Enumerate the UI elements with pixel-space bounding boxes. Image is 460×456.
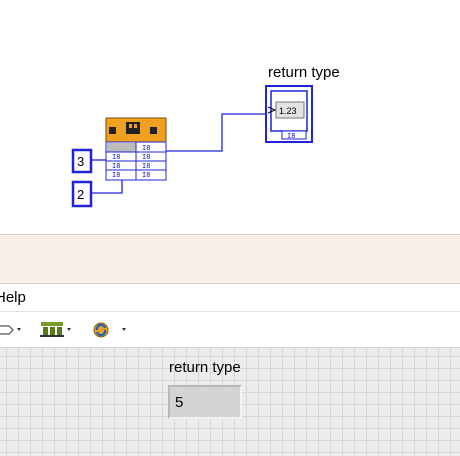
menu-help[interactable]: Help: [0, 289, 26, 306]
indicator-value: 5: [175, 394, 184, 411]
svg-text:I8: I8: [112, 162, 120, 170]
svg-text:1.23: 1.23: [279, 106, 297, 116]
front-panel-indicator-label: return type: [169, 359, 241, 376]
constant-3[interactable]: 3: [71, 148, 93, 174]
constant-2[interactable]: 2: [71, 180, 93, 208]
return-type-indicator-terminal[interactable]: 1.23 I8: [265, 85, 313, 143]
block-diagram[interactable]: I8 I8 I8 I8 I8 I8 I8 3 2 1.23 I8 return …: [0, 0, 460, 234]
return-type-indicator[interactable]: 5: [168, 385, 242, 419]
window-separator: [0, 234, 460, 284]
svg-text:I8: I8: [112, 153, 120, 161]
svg-text:I8: I8: [112, 171, 120, 179]
run-arrow-icon[interactable]: [0, 320, 26, 340]
svg-text:I8: I8: [142, 144, 150, 152]
reorder-icon[interactable]: [92, 320, 132, 340]
indicator-label: return type: [268, 64, 340, 81]
svg-text:I8: I8: [142, 153, 150, 161]
block-diagram-canvas: I8 I8 I8 I8 I8 I8 I8 3 2 1.23 I8: [71, 85, 313, 208]
svg-text:3: 3: [77, 154, 84, 169]
add-function-node[interactable]: I8 I8 I8 I8 I8 I8 I8: [105, 117, 167, 181]
wire-output: [166, 113, 266, 152]
toolbar: [0, 312, 460, 348]
svg-text:I8: I8: [142, 171, 150, 179]
svg-text:2: 2: [77, 187, 84, 202]
menu-bar: Help: [0, 284, 460, 312]
svg-text:I8: I8: [287, 132, 295, 140]
align-icon[interactable]: [38, 320, 74, 340]
svg-text:I8: I8: [142, 162, 150, 170]
